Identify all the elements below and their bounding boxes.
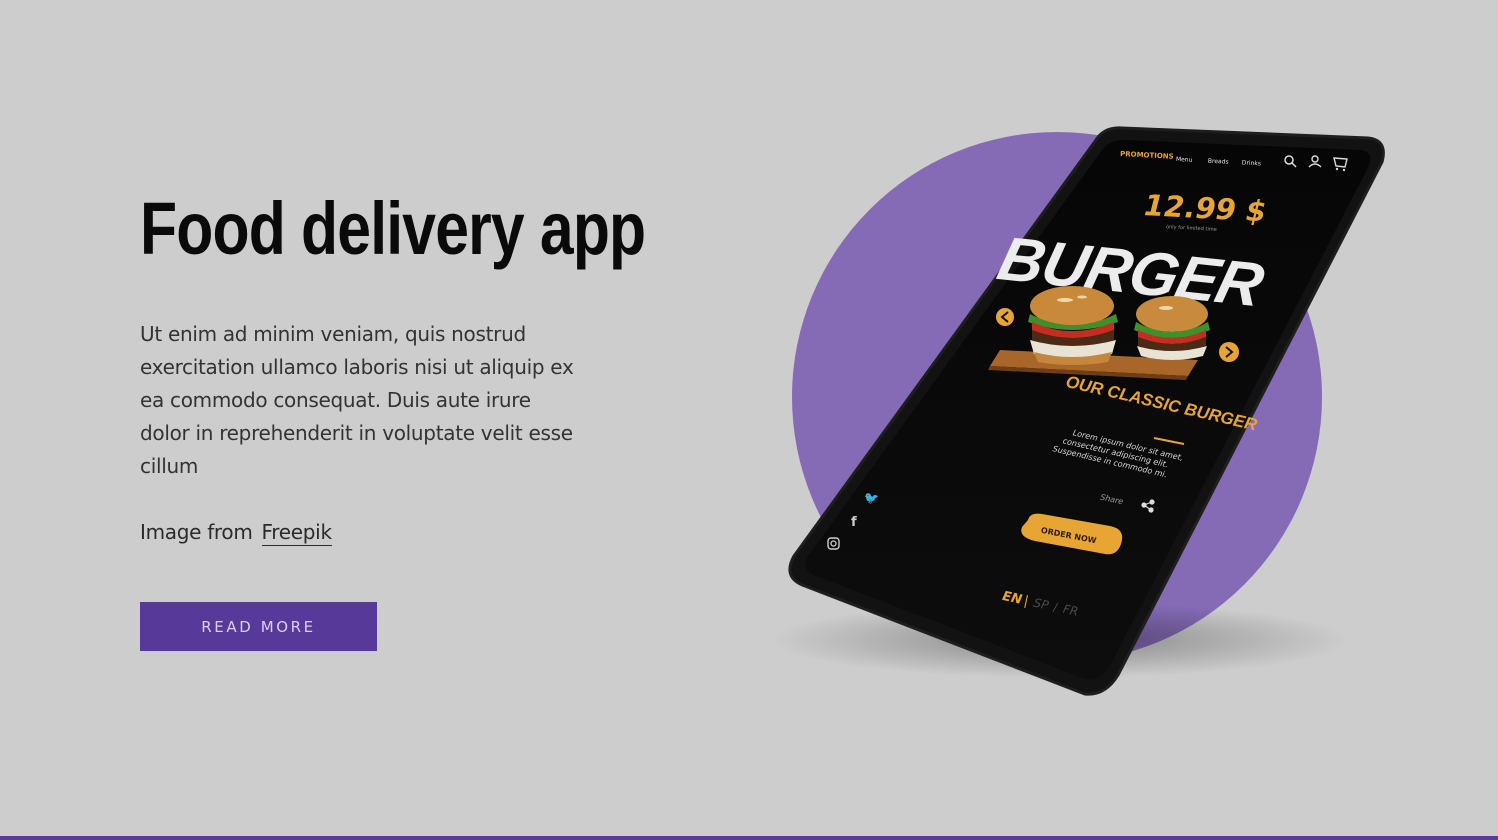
- burger-image-left: [1028, 286, 1118, 365]
- bottom-accent-line: [0, 836, 1498, 840]
- phone-illustration: PROMOTIONS Menu Breads Drinks 12.99 $ on…: [770, 126, 1385, 696]
- facebook-icon[interactable]: f: [851, 515, 857, 530]
- screen-nav-breads[interactable]: Breads: [1208, 158, 1229, 166]
- twitter-icon[interactable]: 🐦: [864, 491, 879, 505]
- hero-description: Ut enim ad minim veniam, quis nostrud ex…: [140, 322, 574, 478]
- image-credit: Image from Freepik: [140, 517, 332, 547]
- read-more-button[interactable]: READ MORE: [140, 602, 377, 651]
- screen-nav-drinks[interactable]: Drinks: [1242, 159, 1262, 167]
- credit-prefix: Image from: [140, 520, 253, 544]
- burger-image-right: [1134, 296, 1210, 360]
- screen-price: 12.99 $: [1143, 188, 1267, 228]
- arrow-right-icon[interactable]: [1219, 342, 1239, 362]
- arrow-left-icon[interactable]: [996, 308, 1014, 326]
- screen-nav-menu[interactable]: Menu: [1176, 156, 1193, 164]
- landing-page: Food delivery app Ut enim ad minim venia…: [0, 0, 1498, 840]
- hero-title: Food delivery app: [140, 187, 646, 270]
- freepik-link[interactable]: Freepik: [261, 520, 332, 546]
